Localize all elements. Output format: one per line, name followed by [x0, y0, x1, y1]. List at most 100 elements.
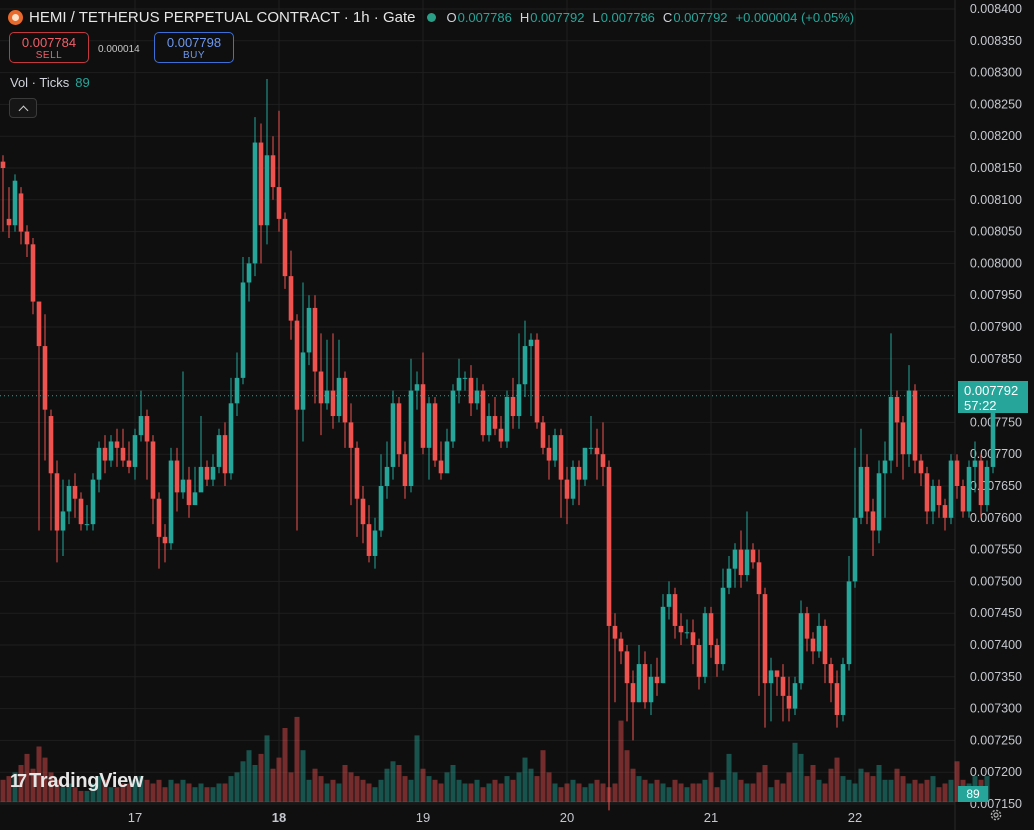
volume-bar	[486, 783, 492, 802]
volume-bar	[792, 742, 798, 802]
candle-body	[672, 594, 678, 626]
volume-bar	[900, 776, 906, 802]
price-tick-label: 0.007600	[970, 511, 1022, 525]
volume-bar	[156, 779, 162, 802]
volume-bar	[780, 783, 786, 802]
volume-bar	[522, 757, 528, 802]
candle-body	[666, 594, 672, 607]
candle-body	[882, 460, 888, 474]
candle-body	[306, 307, 312, 353]
candle-body	[648, 676, 654, 703]
candle-body	[492, 416, 498, 429]
candle-body	[228, 403, 234, 474]
volume-bar	[570, 779, 576, 802]
candle-body	[144, 416, 150, 442]
candle-body	[732, 549, 738, 569]
volume-bar	[708, 772, 714, 802]
volume-bar	[918, 783, 924, 802]
candle-body	[510, 396, 516, 417]
volume-bar	[318, 776, 324, 802]
volume-bar	[444, 772, 450, 802]
candle-body	[486, 416, 492, 436]
volume-bar	[858, 768, 864, 802]
volume-bars	[0, 716, 990, 802]
candle-body	[834, 683, 840, 715]
time-axis[interactable]: 17 18 19 20 21 22	[128, 810, 862, 825]
volume-bar	[786, 772, 792, 802]
volume-bar	[450, 765, 456, 802]
volume-bar	[192, 787, 198, 802]
volume-bar	[804, 776, 810, 802]
candle-body	[192, 492, 198, 506]
collapse-legend-button[interactable]	[9, 98, 37, 118]
volume-bar	[420, 768, 426, 802]
volume-bar	[216, 783, 222, 802]
volume-bar	[180, 779, 186, 802]
candle-body	[78, 498, 84, 525]
volume-bar	[684, 787, 690, 802]
candle-body	[42, 346, 48, 410]
candle-body	[738, 549, 744, 576]
candle-body	[768, 670, 774, 684]
candle-body	[936, 486, 942, 506]
candle-body	[918, 460, 924, 474]
tradingview-branding[interactable]: 17 TradingView	[10, 770, 143, 793]
time-tick-label: 21	[704, 810, 718, 825]
buy-button[interactable]: 0.007798 BUY	[154, 32, 234, 63]
candle-body	[600, 454, 606, 467]
open-label: O	[446, 9, 457, 25]
settings-gear-icon[interactable]	[989, 808, 1003, 822]
sell-button[interactable]: 0.007784 SELL	[9, 32, 89, 63]
volume-bar	[336, 783, 342, 802]
candle-body	[270, 155, 276, 188]
candle-body	[816, 625, 822, 652]
candle-body	[252, 142, 258, 264]
candle-body	[576, 466, 582, 480]
candle-body	[750, 549, 756, 563]
candle-body	[6, 218, 12, 226]
volume-bar	[372, 787, 378, 802]
volume-bar	[654, 779, 660, 802]
price-chart[interactable]: 0.008400 0.008350 0.008300 0.008250 0.008200…	[0, 0, 1034, 830]
candle-body	[60, 511, 66, 531]
candle-body	[564, 479, 570, 499]
volume-bar	[588, 783, 594, 802]
candle-body	[450, 390, 456, 442]
volume-bar	[846, 779, 852, 802]
volume-bar	[912, 779, 918, 802]
candle-body	[462, 377, 468, 379]
volume-bar	[294, 716, 300, 802]
volume-bar	[624, 750, 630, 802]
low-value: 0.007786	[600, 9, 655, 25]
time-tick-label: 19	[416, 810, 430, 825]
candlesticks	[0, 78, 1002, 811]
candle-body	[606, 466, 612, 626]
candle-body	[294, 320, 300, 410]
sell-label: SELL	[35, 50, 63, 61]
volume-bar	[390, 761, 396, 802]
candle-body	[24, 231, 30, 245]
candle-body	[876, 473, 882, 531]
volume-bar	[270, 768, 276, 802]
market-status-icon	[427, 12, 437, 22]
candle-body	[804, 613, 810, 639]
candle-body	[372, 530, 378, 556]
candle-body	[360, 498, 366, 525]
last-price-tag: 0.007792 57:22	[958, 381, 1028, 413]
candle-body	[696, 645, 702, 677]
volume-bar	[378, 779, 384, 802]
candle-body	[84, 524, 90, 526]
volume-bar	[702, 779, 708, 802]
candle-body	[240, 282, 246, 378]
candle-body	[330, 390, 336, 417]
last-price-value: 0.007792	[964, 383, 1019, 398]
volume-bar	[264, 735, 270, 802]
candle-body	[714, 645, 720, 665]
volume-legend[interactable]: Vol · Ticks 89	[10, 75, 90, 90]
volume-bar	[594, 779, 600, 802]
symbol-title[interactable]: HEMI / TETHERUS PERPETUAL CONTRACT · 1h …	[29, 9, 415, 26]
volume-bar	[738, 779, 744, 802]
volume-bar	[414, 735, 420, 802]
volume-bar	[210, 787, 216, 802]
candle-body	[468, 377, 474, 404]
